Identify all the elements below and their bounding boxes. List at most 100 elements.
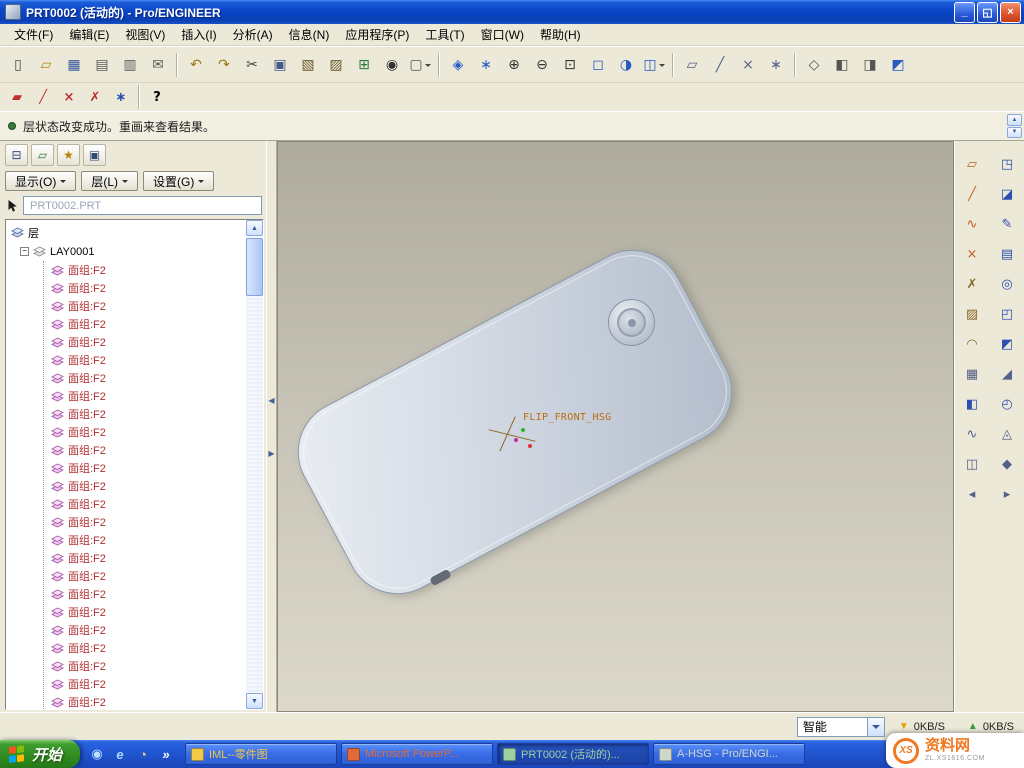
tree-item-layer[interactable]: 面组:F2 [44,459,263,477]
tree-item-layer[interactable]: 面组:F2 [44,477,263,495]
datum-plane-icon[interactable]: ▱ [959,151,985,177]
selection-filter-combo[interactable]: 智能 [797,717,885,737]
settings-dropdown-button[interactable]: 设置(G) [143,171,214,191]
sketch-point-icon[interactable]: × [57,86,81,108]
revolve-icon[interactable]: ◴ [994,391,1020,417]
model-phone-cover[interactable] [279,232,750,613]
tree-item-layer[interactable]: 面组:F2 [44,495,263,513]
cut-icon[interactable]: ✂ [239,52,265,78]
open-file-icon[interactable]: ▱ [33,52,59,78]
tree-item-layer[interactable]: 面组:F2 [44,675,263,693]
panel-sash[interactable]: ◀ ▶ [266,141,277,712]
wireframe-icon[interactable]: ◇ [801,52,827,78]
plot-icon[interactable]: ▥ [117,52,143,78]
annotation-icon[interactable]: ▤ [994,241,1020,267]
scroll-up-icon[interactable]: ▲ [246,220,263,236]
minimize-button[interactable]: _ [954,2,975,23]
new-file-icon[interactable]: ▯ [5,52,31,78]
restore-button[interactable]: ◱ [977,2,998,23]
tree-item-layer[interactable]: 面组:F2 [44,333,263,351]
sketch-csys-icon[interactable]: ∗ [109,86,133,108]
collapse-icon[interactable]: − [20,247,29,256]
menu-item[interactable]: 编辑(E) [61,24,117,45]
message-scrollbar[interactable]: ▲ ▼ [1007,114,1022,138]
menu-item[interactable]: 分析(A) [225,24,281,45]
layer-tree[interactable]: 层 − LAY0001 面组:F2 [5,219,264,710]
tree-item-layer[interactable]: 面组:F2 [44,693,263,710]
spin-center-icon[interactable]: ∗ [473,52,499,78]
tree-item-layer[interactable]: 面组:F2 [44,387,263,405]
messenger-icon[interactable]: ◉ [88,745,106,763]
mirror-icon[interactable]: ◫ [959,451,985,477]
save-icon[interactable]: ▦ [61,52,87,78]
datum-csys-display-icon[interactable]: ∗ [763,52,789,78]
tree-root[interactable]: 层 [11,223,263,242]
scroll-up-icon[interactable]: ▲ [1007,114,1022,126]
tree-item-layer[interactable]: 面组:F2 [44,315,263,333]
tree-item-layer[interactable]: 面组:F2 [44,351,263,369]
datum-axis-icon[interactable]: ╱ [959,181,985,207]
menu-item[interactable]: 应用程序(P) [337,24,417,45]
expand-right-icon[interactable]: ▶ [268,449,274,458]
datum-point-icon[interactable]: × [959,241,985,267]
datum-axis-display-icon[interactable]: ╱ [707,52,733,78]
copy-geometry-icon[interactable]: ◳ [994,151,1020,177]
tree-item-layer[interactable]: 面组:F2 [44,369,263,387]
taskbar-task-iml-folder[interactable]: IML--零件图 [185,743,337,765]
saved-views-icon[interactable]: ◫ [641,52,667,78]
menu-item[interactable]: 信息(N) [281,24,338,45]
print-icon[interactable]: ▤ [89,52,115,78]
start-button[interactable]: 开始 [0,740,80,768]
no-hidden-icon[interactable]: ◨ [857,52,883,78]
scrollbar-track[interactable] [246,236,263,693]
zoom-out-icon[interactable]: ⊖ [529,52,555,78]
paste-icon[interactable]: ▧ [295,52,321,78]
style-icon[interactable]: ◠ [959,331,985,357]
tree-item-layer[interactable]: 面组:F2 [44,621,263,639]
paste-special-icon[interactable]: ▨ [323,52,349,78]
offset-point-icon[interactable]: ✗ [959,271,985,297]
tree-item-layer[interactable]: 面组:F2 [44,603,263,621]
overflow-chevron-icon[interactable]: » [157,745,175,763]
tree-node-lay0001[interactable]: − LAY0001 [20,242,263,261]
shrinkwrap-icon[interactable]: ◪ [994,181,1020,207]
menu-item[interactable]: 帮助(H) [532,24,589,45]
scroll-down-icon[interactable]: ▼ [246,693,263,709]
tree-item-layer[interactable]: 面组:F2 [44,585,263,603]
model-camera-boss[interactable] [608,299,655,346]
refit-icon[interactable]: ⊡ [557,52,583,78]
tree-scrollbar[interactable]: ▲ ▼ [246,220,263,709]
tree-item-layer[interactable]: 面组:F2 [44,639,263,657]
rib-icon[interactable]: ◩ [994,331,1020,357]
shell-icon[interactable]: ◰ [994,301,1020,327]
ie-icon[interactable]: e [111,745,129,763]
tree-item-layer[interactable]: 面组:F2 [44,297,263,315]
close-button[interactable]: × [1000,2,1021,23]
sketch-tool-icon[interactable]: ✎ [994,211,1020,237]
sketch-plane-icon[interactable]: ▰ [5,86,29,108]
sweep-icon[interactable]: ∿ [959,421,985,447]
tree-item-layer[interactable]: 面组:F2 [44,279,263,297]
tree-item-layer[interactable]: 面组:F2 [44,657,263,675]
menu-item[interactable]: 工具(T) [417,24,472,45]
pattern-icon[interactable]: ▦ [959,361,985,387]
menu-item[interactable]: 插入(I) [173,24,224,45]
scrollbar-thumb[interactable] [246,238,263,296]
undo-icon[interactable]: ↶ [183,52,209,78]
datum-plane-display-icon[interactable]: ▱ [679,52,705,78]
find-icon[interactable]: ◉ [379,52,405,78]
menu-item[interactable]: 文件(F) [6,24,61,45]
extend-icon[interactable]: ▸ [994,481,1020,507]
regenerate-icon[interactable]: ⊞ [351,52,377,78]
taskbar-task-ahsg[interactable]: A-HSG - Pro/ENGI... [653,743,805,765]
model-tree-icon[interactable]: ⊟ [5,144,28,166]
datum-curve-icon[interactable]: ∿ [959,211,985,237]
extrude-icon[interactable]: ◧ [959,391,985,417]
collapse-left-icon[interactable]: ◀ [268,396,274,405]
title-bar[interactable]: PRT0002 (活动的) - Pro/ENGINEER _◱× [0,0,1024,24]
tree-item-layer[interactable]: 面组:F2 [44,531,263,549]
folder-browser-icon[interactable]: ▱ [31,144,54,166]
taskbar-task-prt0002[interactable]: PRT0002 (活动的)... [497,743,649,765]
blend-icon[interactable]: ◬ [994,421,1020,447]
3d-viewport[interactable]: FLIP_FRONT_HSG [277,141,954,712]
